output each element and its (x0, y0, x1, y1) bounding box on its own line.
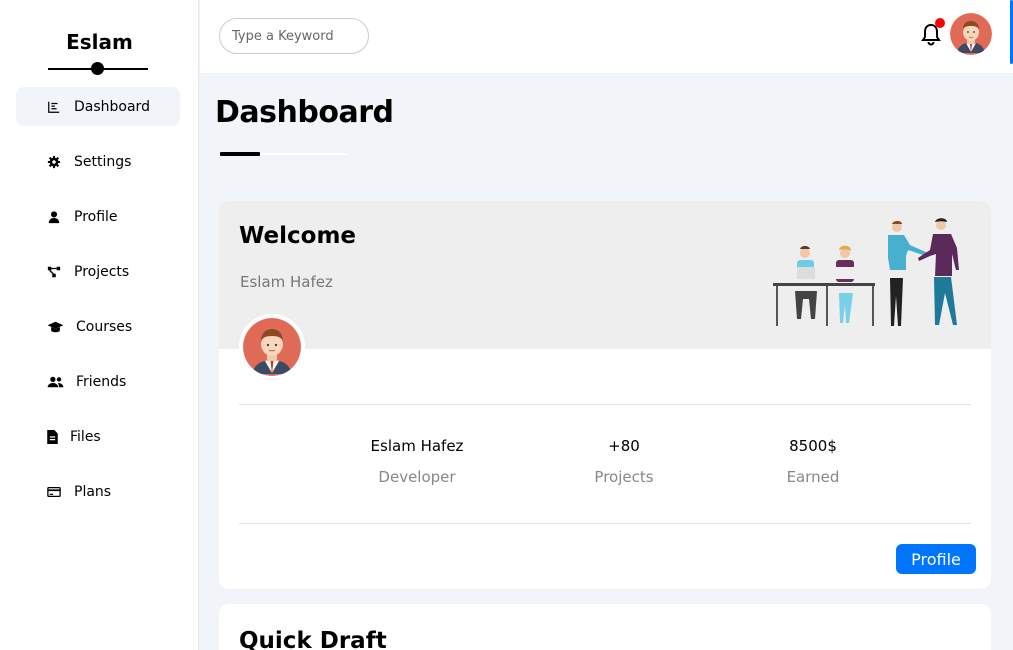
sidebar-item-label: Settings (74, 153, 132, 170)
stat-label: Developer (378, 468, 456, 486)
stat-name: Eslam Hafez Developer (327, 437, 507, 486)
stat-value: Eslam Hafez (370, 437, 464, 455)
users-icon (46, 374, 64, 390)
stat-label: Projects (594, 468, 654, 486)
sidebar-item-friends[interactable]: Friends (16, 362, 180, 401)
diagram-icon (46, 264, 62, 280)
sidebar-item-profile[interactable]: Profile (16, 197, 180, 236)
card-divider (239, 523, 971, 524)
gear-icon (46, 154, 62, 170)
sidebar-item-settings[interactable]: Settings (16, 142, 180, 181)
title-underline-accent (220, 152, 260, 156)
brand-divider-dot (91, 62, 104, 75)
sidebar: Eslam Dashboard Settings Profile Project… (0, 0, 199, 650)
sidebar-item-label: Profile (74, 208, 118, 225)
sidebar-item-label: Courses (76, 318, 133, 335)
sidebar-item-label: Friends (76, 373, 127, 390)
welcome-title: Welcome (239, 223, 357, 249)
stat-projects: +80 Projects (534, 437, 714, 486)
avatar[interactable] (950, 13, 992, 55)
team-illustration (773, 218, 959, 326)
welcome-name: Eslam Hafez (240, 273, 333, 291)
graduation-cap-icon (46, 319, 64, 335)
sidebar-item-label: Dashboard (74, 98, 150, 115)
search-input[interactable] (219, 18, 369, 54)
profile-button[interactable]: Profile (896, 544, 976, 574)
file-icon (46, 429, 58, 445)
sidebar-item-files[interactable]: Files (16, 417, 180, 456)
notification-badge (935, 18, 945, 28)
credit-card-icon (46, 484, 62, 500)
user-icon (46, 209, 62, 225)
sidebar-item-label: Plans (74, 483, 112, 500)
chart-icon (46, 99, 62, 115)
stat-value: 8500$ (789, 437, 837, 455)
brand-title: Eslam (66, 30, 133, 54)
sidebar-item-label: Files (70, 428, 101, 445)
sidebar-item-projects[interactable]: Projects (16, 252, 180, 291)
stat-value: +80 (608, 437, 640, 455)
sidebar-item-dashboard[interactable]: Dashboard (16, 87, 180, 126)
sidebar-item-plans[interactable]: Plans (16, 472, 180, 511)
stat-label: Earned (786, 468, 840, 486)
top-header (200, 0, 1013, 73)
card-divider (239, 404, 971, 405)
quick-draft-card: Quick Draft (219, 604, 991, 650)
welcome-card: Welcome Eslam Hafez Eslam Hafez Develope… (219, 201, 991, 589)
stat-earned: 8500$ Earned (723, 437, 903, 486)
avatar[interactable] (239, 314, 305, 380)
quick-draft-title: Quick Draft (239, 628, 387, 650)
page-title: Dashboard (215, 95, 394, 130)
sidebar-item-label: Projects (74, 263, 130, 280)
sidebar-item-courses[interactable]: Courses (16, 307, 180, 346)
